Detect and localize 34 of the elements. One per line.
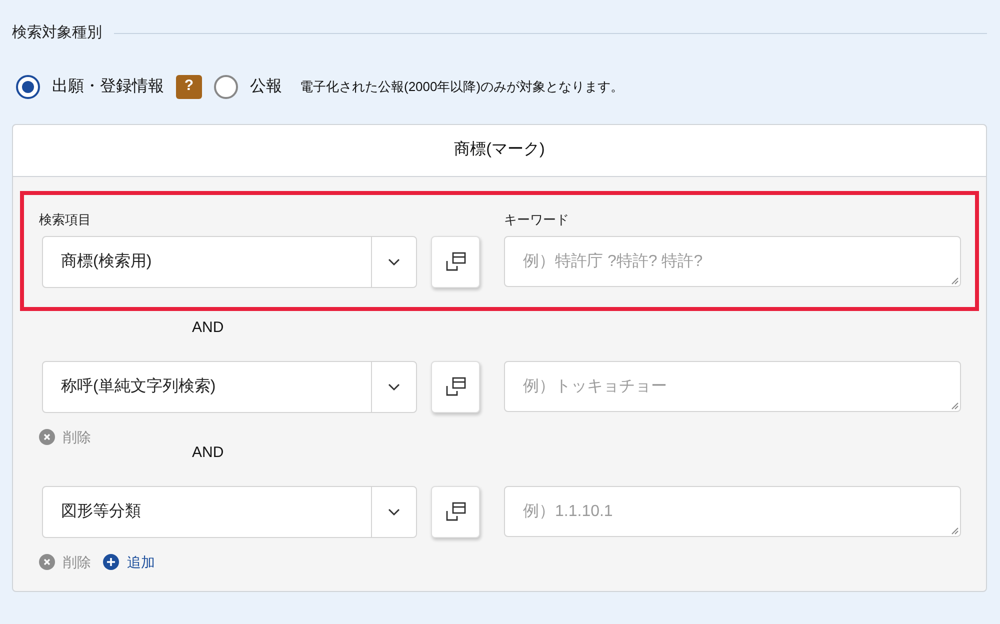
popup-button[interactable] <box>431 236 480 288</box>
window-icon <box>444 502 466 522</box>
radio-button[interactable] <box>214 74 238 98</box>
radio-label: 公報 <box>250 76 282 96</box>
note-text: 電子化された公報(2000年以降)のみが対象となります。 <box>300 78 624 96</box>
help-badge[interactable]: ? <box>176 74 202 98</box>
select-field[interactable]: 図形等分類 <box>42 486 417 538</box>
remove-icon <box>39 554 55 570</box>
section-title: 検索対象種別 <box>12 23 102 43</box>
keyword-field[interactable]: 例）トッキョチョー <box>504 361 961 412</box>
remove-icon <box>39 429 55 445</box>
operator-label: AND <box>192 318 224 338</box>
radio-button[interactable] <box>16 74 40 98</box>
window-icon <box>444 377 466 397</box>
add-link[interactable]: 追加 <box>103 552 155 572</box>
chevron-down-icon <box>388 383 400 391</box>
resize-grip-icon <box>951 402 959 410</box>
window-icon <box>444 252 466 272</box>
popup-button[interactable] <box>431 486 480 538</box>
chevron-down-icon <box>388 258 400 266</box>
select-field[interactable]: 商標(検索用) <box>42 236 417 288</box>
operator-label: AND <box>192 442 224 463</box>
chevron-down-icon <box>388 508 400 516</box>
add-icon <box>103 554 119 570</box>
resize-grip-icon <box>951 277 959 285</box>
radio-label: 出願・登録情報 <box>52 76 164 96</box>
panel-header: 商標(マーク) <box>13 124 986 176</box>
resize-grip-icon <box>951 527 959 535</box>
keyword-field[interactable]: 例）1.1.10.1 <box>504 486 961 537</box>
popup-button[interactable] <box>431 361 480 413</box>
keyword-field[interactable]: 例）特許庁 ?特許? 特許? <box>504 236 961 287</box>
field-label: 検索項目 <box>39 210 92 228</box>
field-label: キーワード <box>504 210 569 228</box>
select-field[interactable]: 称呼(単純文字列検索) <box>42 361 417 413</box>
